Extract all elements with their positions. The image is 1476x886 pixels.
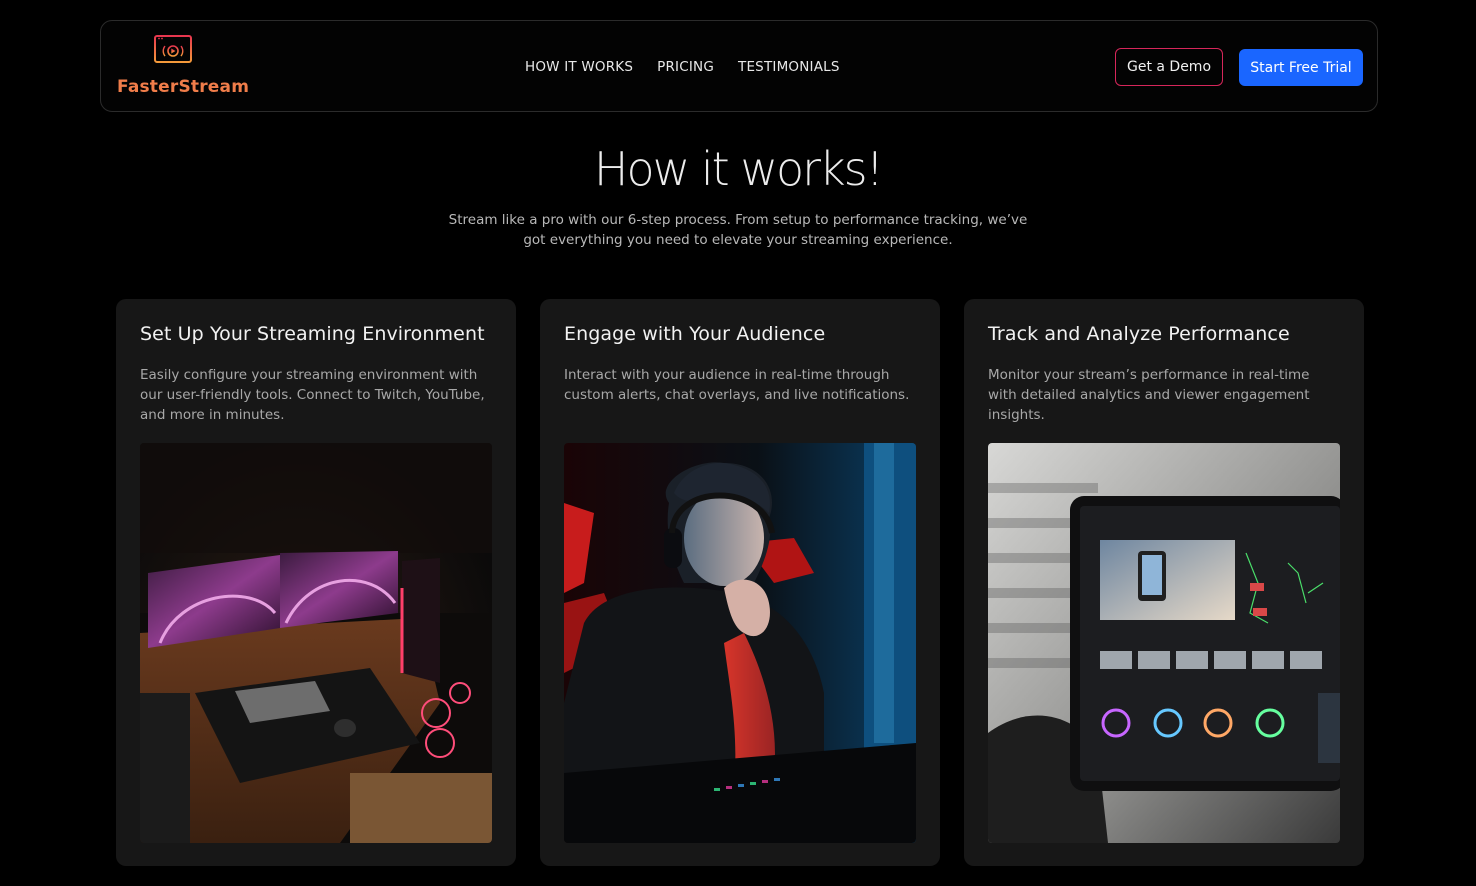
start-free-trial-button[interactable]: Start Free Trial: [1239, 49, 1363, 86]
page-title: How it works!: [593, 142, 884, 196]
nav-link-pricing[interactable]: PRICING: [657, 59, 714, 75]
step-card-engage: Engage with Your Audience Interact with …: [540, 299, 940, 866]
monitor-stream-icon: [154, 35, 192, 70]
streamer-with-headphones-photo: [564, 443, 916, 843]
nav-link-testimonials[interactable]: TESTIMONIALS: [738, 59, 840, 75]
step-card-analytics: Track and Analyze Performance Monitor yo…: [964, 299, 1364, 866]
main-nav: HOW IT WORKS PRICING TESTIMONIALS: [525, 59, 840, 75]
brand-logo[interactable]: FasterStream: [117, 33, 249, 103]
step-card-setup: Set Up Your Streaming Environment Easily…: [116, 299, 516, 866]
gaming-desk-setup-photo: [140, 443, 492, 843]
card-title: Engage with Your Audience: [564, 323, 826, 345]
card-description: Monitor your stream’s performance in rea…: [988, 367, 1310, 423]
top-navbar: FasterStream HOW IT WORKS PRICING TESTIM…: [100, 20, 1378, 112]
page-subtitle: Stream like a pro with our 6-step proces…: [448, 212, 1028, 248]
nav-link-how-it-works[interactable]: HOW IT WORKS: [525, 59, 633, 75]
card-title: Track and Analyze Performance: [988, 323, 1290, 345]
card-description: Easily configure your streaming environm…: [140, 367, 485, 423]
brand-name: FasterStream: [117, 77, 250, 97]
card-description: Interact with your audience in real-time…: [564, 367, 910, 403]
card-title: Set Up Your Streaming Environment: [140, 323, 485, 345]
get-demo-button[interactable]: Get a Demo: [1115, 48, 1223, 86]
tablet-analytics-app-photo: [988, 443, 1340, 843]
